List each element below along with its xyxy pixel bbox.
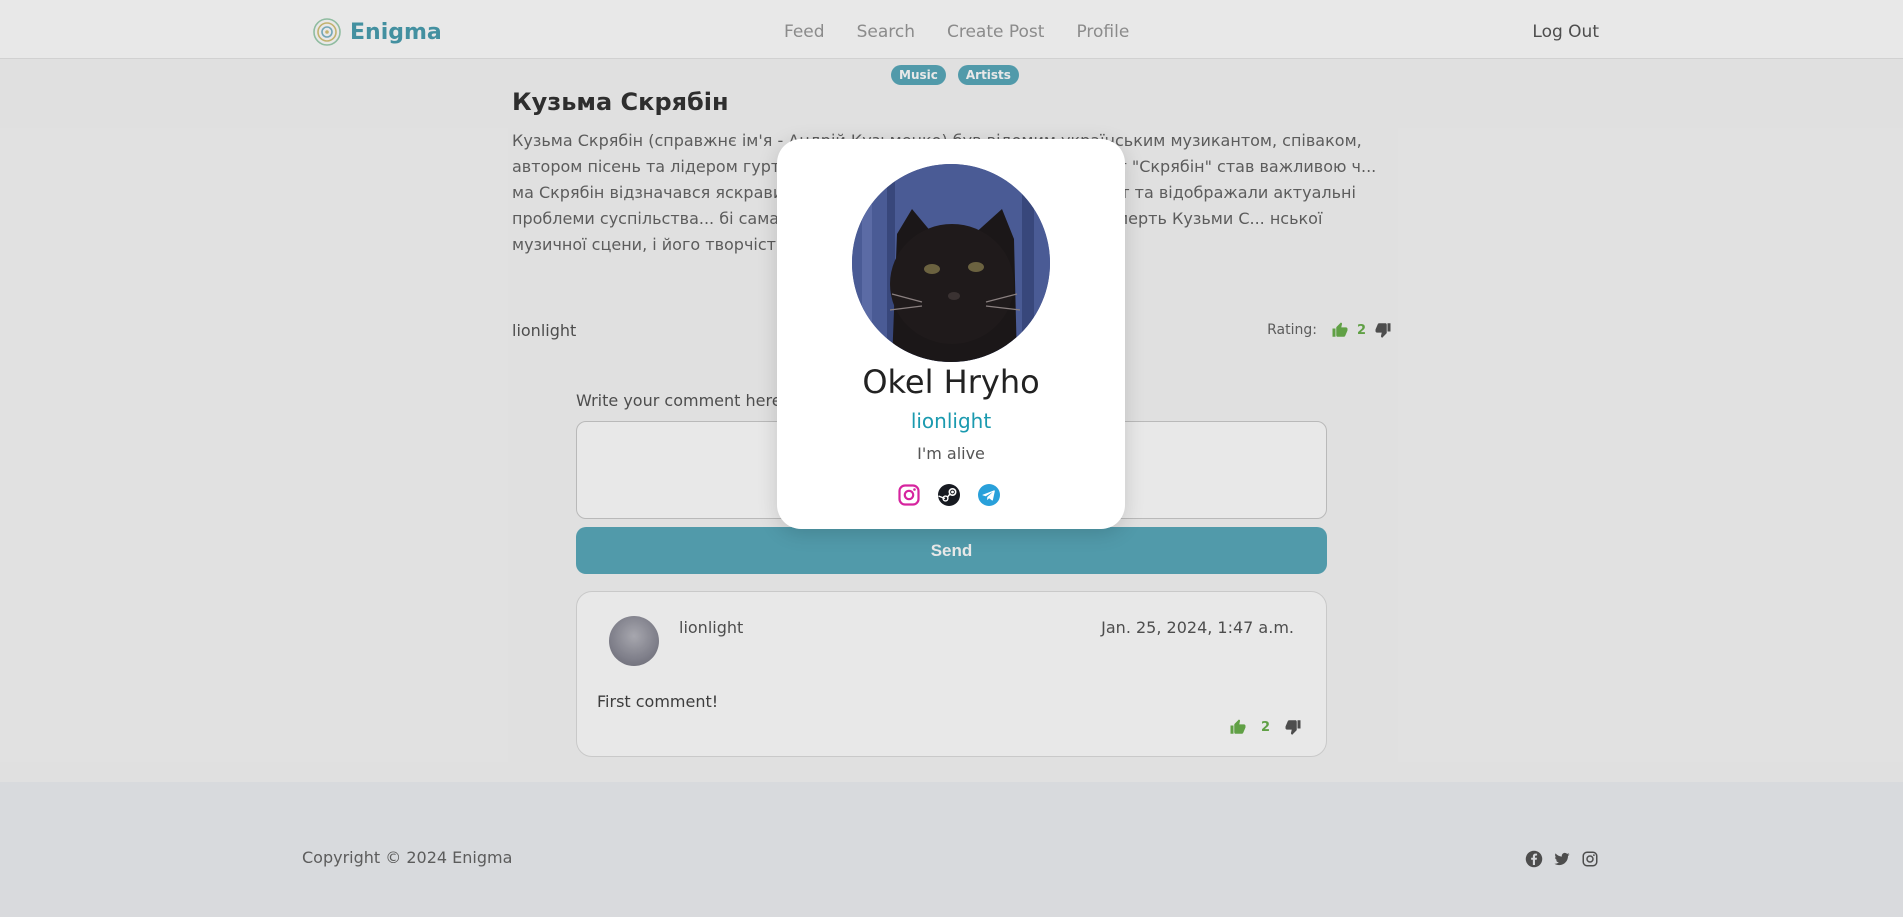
black-cat-avatar-icon [852,164,1050,362]
telegram-icon[interactable] [977,483,1001,507]
profile-avatar [852,164,1050,362]
instagram-icon[interactable] [897,483,921,507]
profile-modal: Okel Hryho lionlight I'm alive [777,139,1125,529]
profile-socials [897,483,1001,507]
profile-username[interactable]: lionlight [777,409,1125,433]
profile-status: I'm alive [917,444,985,463]
profile-name: Okel Hryho [862,363,1040,401]
steam-icon[interactable] [937,483,961,507]
